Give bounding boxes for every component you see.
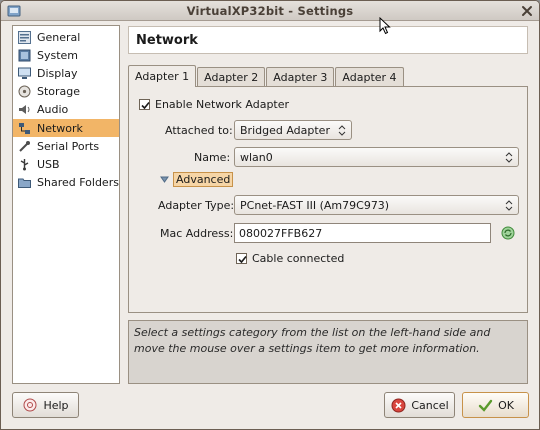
attached-to-label: Attached to: xyxy=(165,124,233,137)
tab-label: Adapter 2 xyxy=(204,71,259,84)
advanced-label: Advanced xyxy=(173,172,234,187)
tab-adapter-1[interactable]: Adapter 1 xyxy=(128,65,197,87)
attached-to-combo[interactable]: Bridged Adapter xyxy=(234,120,352,140)
name-value: wlan0 xyxy=(240,150,273,164)
cancel-button-label: Cancel xyxy=(411,398,449,412)
sidebar-item-display[interactable]: Display xyxy=(13,64,119,82)
sidebar-item-storage[interactable]: Storage xyxy=(13,82,119,100)
checkmark-icon xyxy=(141,101,150,110)
title-bar[interactable]: VirtualXP32bit - Settings xyxy=(1,1,539,21)
audio-icon xyxy=(17,102,31,116)
sidebar-item-usb[interactable]: USB xyxy=(13,155,119,173)
tab-adapter-4[interactable]: Adapter 4 xyxy=(335,67,404,87)
system-icon xyxy=(17,48,31,62)
sidebar-item-shared-folders[interactable]: Shared Folders xyxy=(13,173,119,191)
sidebar-item-serial-ports[interactable]: Serial Ports xyxy=(13,137,119,155)
ok-button[interactable]: OK xyxy=(462,392,529,418)
window-title: VirtualXP32bit - Settings xyxy=(186,3,354,18)
enable-adapter-label: Enable Network Adapter xyxy=(155,98,290,111)
sidebar-item-general[interactable]: General xyxy=(13,28,119,46)
serial-ports-icon xyxy=(17,139,31,153)
tab-label: Adapter 1 xyxy=(135,70,190,83)
adapter-type-label: Adapter Type: xyxy=(158,199,235,212)
checkmark-icon xyxy=(477,397,493,413)
expander-arrow-icon xyxy=(160,176,169,183)
adapter-type-combo[interactable]: PCnet-FAST III (Am79C973) xyxy=(234,195,519,215)
network-icon xyxy=(17,121,31,135)
close-icon[interactable] xyxy=(519,3,535,19)
adapter-type-value: PCnet-FAST III (Am79C973) xyxy=(240,198,390,212)
sidebar-item-label: General xyxy=(37,30,81,44)
help-button[interactable]: Help xyxy=(12,392,79,418)
enable-adapter-checkbox[interactable] xyxy=(139,99,150,110)
spin-arrows-icon xyxy=(338,125,346,136)
adapter-tabs: Adapter 1 Adapter 2 Adapter 3 Adapter 4 xyxy=(128,65,405,87)
sidebar-item-network[interactable]: Network xyxy=(13,119,119,137)
page-title: Network xyxy=(136,32,198,48)
mouse-cursor-icon xyxy=(379,17,391,35)
tab-label: Adapter 4 xyxy=(342,71,397,84)
ok-button-label: OK xyxy=(498,398,514,412)
mac-address-input[interactable] xyxy=(235,226,490,240)
adapter-panel: Enable Network Adapter Attached to: Brid… xyxy=(128,86,528,313)
sidebar-item-label: Shared Folders xyxy=(37,175,119,189)
usb-icon xyxy=(17,157,31,171)
sidebar-item-label: Serial Ports xyxy=(37,139,100,153)
help-icon xyxy=(22,397,38,413)
display-icon xyxy=(17,66,31,80)
sidebar-item-label: System xyxy=(37,48,79,62)
checkmark-icon xyxy=(238,255,247,264)
tab-label: Adapter 3 xyxy=(273,71,328,84)
sidebar-item-label: Audio xyxy=(37,102,69,116)
sidebar-item-audio[interactable]: Audio xyxy=(13,100,119,118)
help-button-label: Help xyxy=(43,398,69,412)
sidebar-item-system[interactable]: System xyxy=(13,46,119,64)
mac-address-label: Mac Address: xyxy=(160,227,234,240)
tab-adapter-3[interactable]: Adapter 3 xyxy=(266,67,335,87)
help-info-box: Select a settings category from the list… xyxy=(128,320,528,384)
page-header: Network xyxy=(128,26,528,54)
sidebar-item-label: Storage xyxy=(37,84,81,98)
window-icon[interactable] xyxy=(7,4,21,18)
storage-icon xyxy=(17,84,31,98)
advanced-expander[interactable]: Advanced xyxy=(160,172,234,187)
settings-category-list: General System Display Storage Audio Net… xyxy=(12,25,120,384)
cancel-icon xyxy=(390,397,406,413)
general-icon xyxy=(17,30,31,44)
generate-mac-button[interactable] xyxy=(499,224,517,242)
name-label: Name: xyxy=(194,151,231,164)
refresh-icon xyxy=(501,226,515,240)
spin-arrows-icon xyxy=(505,200,513,211)
mac-address-field[interactable] xyxy=(234,223,491,243)
cancel-button[interactable]: Cancel xyxy=(384,392,455,418)
cable-connected-label: Cable connected xyxy=(252,252,345,265)
tab-adapter-2[interactable]: Adapter 2 xyxy=(197,67,266,87)
spin-arrows-icon xyxy=(505,152,513,163)
sidebar-item-label: Display xyxy=(37,66,78,80)
cable-connected-checkbox[interactable] xyxy=(236,253,247,264)
sidebar-item-label: USB xyxy=(37,157,60,171)
sidebar-item-label: Network xyxy=(37,121,83,135)
attached-to-value: Bridged Adapter xyxy=(240,123,330,137)
settings-window: VirtualXP32bit - Settings General System… xyxy=(0,0,540,430)
shared-folders-icon xyxy=(17,175,31,189)
help-info-text: Select a settings category from the list… xyxy=(134,326,491,355)
name-combo[interactable]: wlan0 xyxy=(234,147,519,167)
